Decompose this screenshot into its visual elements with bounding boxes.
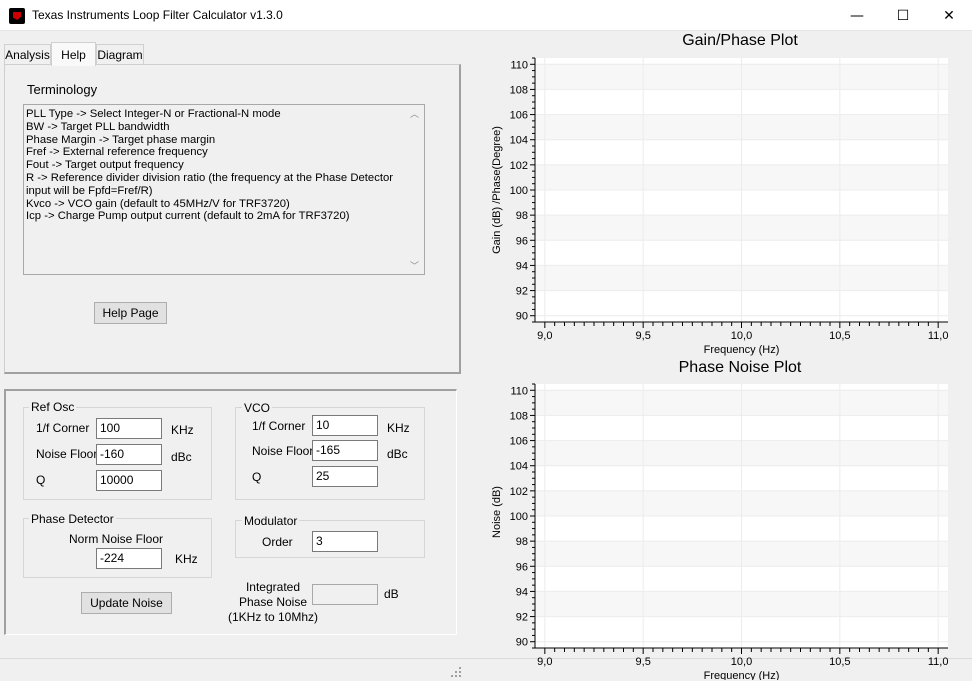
- phase-noise-chart-title: Phase Noise Plot: [678, 359, 802, 376]
- y-tick-label: 90: [516, 637, 528, 649]
- phase-noise-chart: 90 92 94 96 98 100 102 104 106 108 110 9,0 9,5 10,0 10…: [491, 383, 949, 680]
- norm-noise-floor-input[interactable]: -224: [96, 548, 162, 569]
- y-tick-label: 104: [510, 461, 528, 473]
- scroll-up-icon[interactable]: ︿: [410, 107, 419, 120]
- x-tick-label: 10,0: [731, 656, 752, 668]
- y-tick-label: 100: [510, 185, 528, 197]
- phase-detector-label: Phase Detector: [29, 512, 116, 526]
- x-tick-label: 10,0: [731, 330, 752, 342]
- y-tick-label: 108: [510, 84, 528, 96]
- x-axis-label: Frequency (Hz): [704, 670, 780, 680]
- vco-corner-unit: KHz: [387, 421, 410, 435]
- help-line: Icp -> Charge Pump output current (defau…: [26, 210, 350, 223]
- y-tick-label: 94: [516, 586, 528, 598]
- norm-noise-floor-unit: KHz: [175, 552, 198, 566]
- y-tick-label: 94: [516, 260, 528, 272]
- ref-corner-unit: KHz: [171, 423, 194, 437]
- help-line: Kvco -> VCO gain (default to 45MHz/V for…: [26, 197, 290, 210]
- x-axis-label: Frequency (Hz): [704, 344, 780, 356]
- y-tick-label: 102: [510, 160, 528, 172]
- y-tick-label: 110: [510, 59, 528, 71]
- window-title: Texas Instruments Loop Filter Calculator…: [32, 8, 283, 22]
- update-noise-button[interactable]: Update Noise: [81, 592, 172, 614]
- help-textbox[interactable]: PLL Type -> Select Integer-N or Fraction…: [23, 104, 425, 275]
- ref-noise-unit: dBc: [171, 450, 192, 464]
- vco-noise-label: Noise Floor: [252, 444, 314, 458]
- vco-noise-unit: dBc: [387, 447, 408, 461]
- ref-noise-input[interactable]: -160: [96, 444, 162, 465]
- scroll-down-icon[interactable]: ﹀: [410, 259, 419, 272]
- y-tick-label: 92: [516, 612, 528, 624]
- y-tick-label: 92: [516, 286, 528, 298]
- maximize-button[interactable]: ☐: [880, 0, 926, 31]
- vco-corner-input[interactable]: 10: [312, 415, 378, 436]
- gain-phase-chart: 90 92 94 96 98 100 102 104 106 108 110 9,0 9,5 10,0 10…: [491, 57, 949, 356]
- vco-corner-label: 1/f Corner: [252, 419, 306, 433]
- integrated-label-line: Phase Noise: [238, 595, 308, 609]
- x-tick-label: 9,0: [537, 330, 552, 342]
- integrated-phase-noise-unit: dB: [384, 587, 399, 601]
- y-tick-label: 108: [510, 410, 528, 422]
- y-tick-label: 110: [510, 385, 528, 397]
- help-line: PLL Type -> Select Integer-N or Fraction…: [26, 108, 281, 120]
- x-tick-label: 9,5: [636, 656, 651, 668]
- vco-label: VCO: [242, 401, 273, 415]
- x-tick-label: 11,0: [928, 656, 949, 668]
- ref-osc-label: Ref Osc: [29, 400, 77, 414]
- y-tick-label: 100: [510, 511, 528, 523]
- ref-corner-label: 1/f Corner: [36, 421, 90, 435]
- x-tick-label: 11,0: [928, 330, 949, 342]
- x-tick-label: 10,5: [829, 330, 850, 342]
- resize-grip-icon[interactable]: [450, 666, 462, 678]
- close-button[interactable]: ✕: [926, 0, 972, 31]
- y-axis-label: Gain (dB) /Phase(Degree): [491, 126, 503, 254]
- y-tick-label: 106: [510, 436, 528, 448]
- x-tick-label: 10,5: [829, 656, 850, 668]
- integrated-label-line: (1KHz to 10Mhz): [227, 610, 319, 624]
- y-tick-label: 102: [510, 486, 528, 498]
- order-label: Order: [262, 535, 293, 549]
- y-tick-label: 96: [516, 561, 528, 573]
- y-tick-label: 98: [516, 210, 528, 222]
- ref-q-label: Q: [36, 473, 46, 487]
- integrated-phase-noise-label: Integrated Phase Noise (1KHz to 10Mhz): [220, 580, 326, 625]
- tab-analysis[interactable]: Analysis: [4, 44, 51, 65]
- y-tick-label: 90: [516, 311, 528, 323]
- ref-noise-label: Noise Floor: [36, 447, 98, 461]
- help-line: Phase Margin -> Target phase margin: [26, 133, 216, 146]
- tab-diagram[interactable]: Diagram: [96, 44, 144, 65]
- y-axis-label: Noise (dB): [491, 486, 503, 538]
- help-line: BW -> Target PLL bandwidth: [26, 120, 170, 133]
- modulator-label: Modulator: [242, 514, 300, 528]
- x-tick-label: 9,0: [537, 656, 552, 668]
- y-tick-label: 96: [516, 235, 528, 247]
- integrated-phase-noise-output: [312, 584, 378, 605]
- minimize-button[interactable]: —: [834, 0, 880, 31]
- vco-q-input[interactable]: 25: [312, 466, 378, 487]
- help-scrollbar[interactable]: ︿ ﹀: [406, 105, 424, 274]
- help-line: Fref -> External reference frequency: [26, 146, 208, 159]
- y-tick-label: 104: [510, 135, 528, 147]
- ref-corner-input[interactable]: 100: [96, 418, 162, 439]
- tab-help[interactable]: Help: [51, 42, 96, 66]
- help-page-button[interactable]: Help Page: [94, 302, 167, 324]
- norm-noise-floor-label: Norm Noise Floor: [69, 532, 164, 546]
- vco-q-label: Q: [252, 470, 262, 484]
- x-tick-label: 9,5: [636, 330, 651, 342]
- gain-phase-chart-title: Gain/Phase Plot: [682, 32, 798, 49]
- help-line: R -> Reference divider division ratio (t…: [26, 171, 394, 197]
- y-tick-label: 98: [516, 536, 528, 548]
- integrated-label-line: Integrated: [245, 580, 301, 594]
- y-tick-label: 106: [510, 110, 528, 122]
- terminology-heading: Terminology: [27, 82, 98, 97]
- ref-q-input[interactable]: 10000: [96, 470, 162, 491]
- vco-noise-input[interactable]: -165: [312, 440, 378, 461]
- order-input[interactable]: 3: [312, 531, 378, 552]
- ti-logo-icon: [9, 8, 25, 24]
- help-line: Fout -> Target output frequency: [26, 159, 184, 172]
